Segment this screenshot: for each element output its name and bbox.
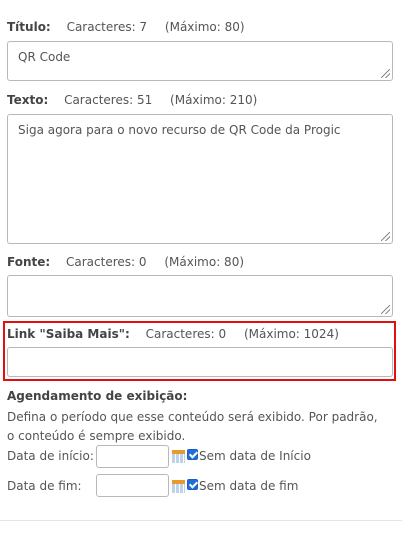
calendar-icon[interactable] — [172, 479, 185, 493]
texto-char-count: Caracteres: 51 — [64, 93, 153, 107]
schedule-heading: Agendamento de exibição: — [7, 389, 188, 403]
link-label-row: Link "Saiba Mais": Caracteres: 0 (Máximo… — [7, 327, 339, 341]
fonte-textarea[interactable] — [7, 275, 393, 317]
texto-max-count: (Máximo: 210) — [170, 93, 258, 107]
texto-label-row: Texto: Caracteres: 51 (Máximo: 210) — [7, 93, 257, 107]
calendar-icon[interactable] — [172, 449, 185, 463]
titulo-char-count: Caracteres: 7 — [66, 20, 148, 34]
titulo-textarea[interactable]: QR Code — [7, 41, 393, 81]
bottom-divider — [0, 520, 402, 521]
start-no-date-checkbox[interactable] — [187, 449, 198, 460]
schedule-description: Defina o período que esse conteúdo será … — [7, 410, 378, 443]
texto-textarea[interactable]: Siga agora para o novo recurso de QR Cod… — [7, 114, 393, 244]
fonte-label-row: Fonte: Caracteres: 0 (Máximo: 80) — [7, 255, 244, 269]
end-date-label: Data de fim: — [7, 479, 82, 493]
end-no-date-checkbox[interactable] — [187, 479, 198, 490]
start-no-date-label: Sem data de Início — [199, 449, 311, 463]
fonte-label: Fonte: — [7, 255, 51, 269]
titulo-max-count: (Máximo: 80) — [164, 20, 245, 34]
link-max-count: (Máximo: 1024) — [243, 327, 339, 341]
end-no-date-label: Sem data de fim — [199, 479, 299, 493]
link-char-count: Caracteres: 0 — [145, 327, 227, 341]
end-date-input[interactable] — [96, 474, 169, 497]
fonte-char-count: Caracteres: 0 — [66, 255, 147, 269]
link-label: Link "Saiba Mais": — [7, 327, 130, 341]
link-input[interactable] — [7, 347, 393, 377]
start-date-label: Data de início: — [7, 449, 94, 463]
titulo-label-row: Título: Caracteres: 7 (Máximo: 80) — [7, 20, 245, 34]
start-date-input[interactable] — [96, 445, 169, 468]
titulo-label: Título: — [7, 20, 51, 34]
fonte-max-count: (Máximo: 80) — [164, 255, 245, 269]
texto-label: Texto: — [7, 93, 49, 107]
